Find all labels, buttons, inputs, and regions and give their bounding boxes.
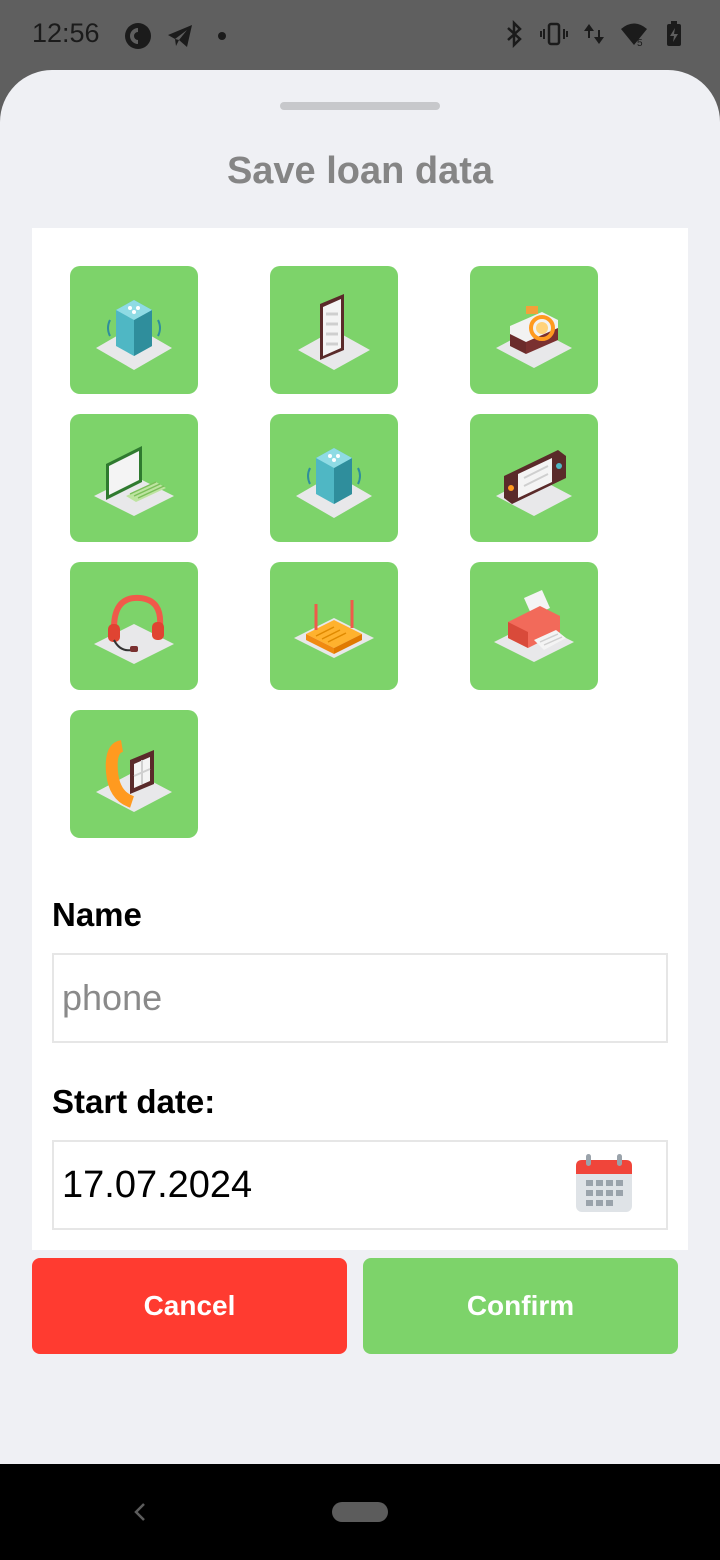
form-card: Name Start date: 17.07.2024 bbox=[32, 228, 688, 1250]
status-left-icons bbox=[124, 22, 236, 50]
router-icon bbox=[294, 600, 374, 658]
battery-icon bbox=[667, 21, 681, 46]
device-tile-camera[interactable] bbox=[470, 266, 598, 394]
status-time: 12:56 bbox=[32, 18, 100, 48]
status-bar: 12:56 5 bbox=[0, 0, 720, 70]
computer-icon bbox=[94, 446, 174, 516]
smart-speaker-icon bbox=[296, 448, 372, 518]
back-icon[interactable] bbox=[128, 1498, 152, 1526]
calendar-icon[interactable] bbox=[572, 1152, 636, 1216]
device-tile-smart-speaker-2[interactable] bbox=[270, 414, 398, 542]
name-label: Name bbox=[52, 896, 142, 933]
drag-handle[interactable] bbox=[280, 102, 440, 110]
sheet-title: Save loan data bbox=[226, 150, 494, 192]
camera-icon bbox=[496, 306, 572, 368]
device-tile-computer[interactable] bbox=[70, 414, 198, 542]
start-date-label: Start date: bbox=[52, 1083, 216, 1120]
headphones-icon bbox=[94, 594, 174, 664]
bluetooth-icon bbox=[507, 20, 522, 48]
device-tile-tablet[interactable] bbox=[270, 266, 398, 394]
dot-icon bbox=[218, 32, 226, 40]
device-tile-headphones[interactable] bbox=[70, 562, 198, 690]
confirm-button[interactable]: Confirm bbox=[363, 1258, 678, 1354]
data-arrows-icon bbox=[584, 24, 604, 44]
game-console-icon bbox=[496, 450, 572, 516]
pocket-casts-icon bbox=[125, 23, 151, 49]
name-field[interactable] bbox=[52, 953, 668, 1043]
name-input[interactable] bbox=[62, 955, 562, 1041]
navigation-bar bbox=[0, 1464, 720, 1560]
bottom-sheet: Save loan data Name phone Start date: 17… bbox=[0, 70, 720, 1464]
vibrate-icon bbox=[540, 22, 568, 46]
smart-speaker-icon bbox=[96, 300, 172, 370]
cancel-button[interactable]: Cancel bbox=[32, 1258, 347, 1354]
device-tile-smart-speaker[interactable] bbox=[70, 266, 198, 394]
telegram-icon bbox=[168, 25, 192, 47]
device-tile-router[interactable] bbox=[270, 562, 398, 690]
home-pill[interactable] bbox=[332, 1502, 388, 1522]
svg-text:5: 5 bbox=[637, 38, 643, 48]
printer-icon bbox=[494, 590, 574, 662]
device-tile-game-console[interactable] bbox=[470, 414, 598, 542]
device-tile-printer[interactable] bbox=[470, 562, 598, 690]
wifi-icon: 5 bbox=[621, 23, 647, 48]
device-tile-smartwatch[interactable] bbox=[70, 710, 198, 838]
start-date-field[interactable]: 17.07.2024 bbox=[52, 1140, 668, 1230]
status-right-icons: 5 bbox=[500, 20, 688, 48]
start-date-value: 17.07.2024 bbox=[62, 1164, 253, 1206]
smartwatch-icon bbox=[96, 740, 172, 812]
tablet-icon bbox=[298, 294, 370, 370]
